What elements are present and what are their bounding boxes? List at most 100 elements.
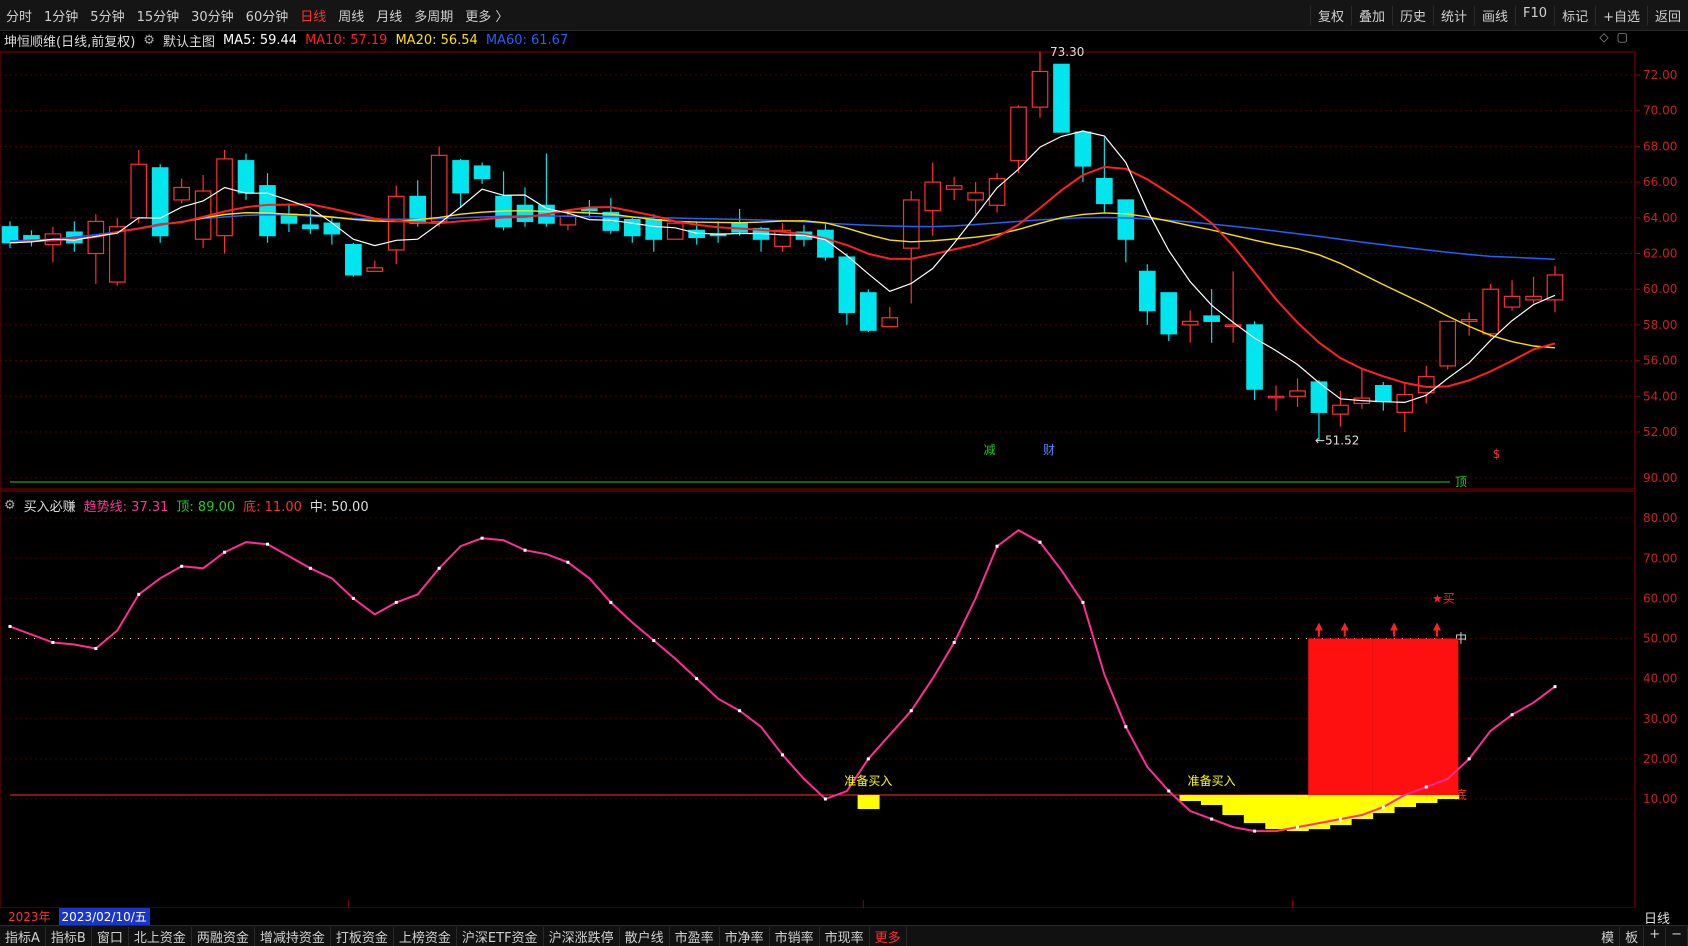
period-tab-0[interactable]: 分时 xyxy=(0,6,38,25)
period-tab-2[interactable]: 5分钟 xyxy=(84,6,130,25)
toolbar-button-6[interactable]: 标记 xyxy=(1554,5,1595,25)
price-tick-label: 54.00 xyxy=(1643,389,1677,403)
candle-body xyxy=(130,163,148,219)
period-tab-4[interactable]: 30分钟 xyxy=(185,6,240,25)
tab-indicator-a[interactable]: 指标A xyxy=(0,926,46,946)
trend-dot xyxy=(1038,540,1042,544)
trend-dot xyxy=(94,647,98,651)
tab-window[interactable]: 窗口 xyxy=(92,926,129,946)
tab-template[interactable]: 模 xyxy=(1596,926,1621,946)
main-frame xyxy=(0,51,1636,490)
sub-tick-label: 30.00 xyxy=(1643,712,1677,726)
price-tick-label: 52.00 xyxy=(1643,425,1677,439)
toolbar-button-5[interactable]: F10 xyxy=(1515,5,1554,25)
candle-body xyxy=(924,181,942,212)
toolbar-button-7[interactable]: +自选 xyxy=(1595,5,1647,25)
tab-block-trade[interactable]: 打板资金 xyxy=(331,926,394,946)
candle-body xyxy=(838,256,856,314)
buy-prepare-block xyxy=(1415,794,1438,804)
trend-dot xyxy=(137,592,141,596)
trend-dot xyxy=(995,544,999,548)
candle-body xyxy=(323,222,341,235)
trend-dot xyxy=(394,600,398,604)
tab-limit-stats[interactable]: 沪深涨跌停 xyxy=(544,926,620,946)
sub-tick-label: 40.00 xyxy=(1643,672,1677,686)
year-label: 2023年 xyxy=(8,910,51,924)
event-marker-dollar: $ xyxy=(1493,447,1501,461)
price-tick-label: 56.00 xyxy=(1643,354,1677,368)
tab-north-fund[interactable]: 北上资金 xyxy=(129,926,192,946)
price-tick-label: 62.00 xyxy=(1643,247,1677,261)
trend-dot xyxy=(1381,805,1385,809)
trend-dot xyxy=(695,677,699,681)
tab-margin[interactable]: 两融资金 xyxy=(192,926,255,946)
tab-pb[interactable]: 市净率 xyxy=(720,926,770,946)
buy-prepare-block xyxy=(1222,794,1245,816)
price-tick-label: 58.00 xyxy=(1643,318,1677,332)
zoom-in-button[interactable]: + xyxy=(1644,926,1667,946)
sub-tick-label: 80.00 xyxy=(1643,511,1677,525)
tab-more[interactable]: 更多 xyxy=(870,926,907,946)
toolbar-button-2[interactable]: 历史 xyxy=(1391,5,1433,25)
tab-indicator-b[interactable]: 指标B xyxy=(46,926,92,946)
candle-body xyxy=(452,160,469,194)
tab-pcf[interactable]: 市现率 xyxy=(820,926,870,946)
toolbar-button-1[interactable]: 叠加 xyxy=(1350,5,1392,25)
tab-etf-fund[interactable]: 沪深ETF资金 xyxy=(457,926,544,946)
buy-prepare-block xyxy=(1436,794,1459,799)
tab-board[interactable]: 板 xyxy=(1620,926,1645,946)
trend-dot xyxy=(1253,829,1257,833)
sub-tick-label: 50.00 xyxy=(1643,632,1677,646)
zoom-out-button[interactable]: − xyxy=(1666,926,1688,946)
buy-prepare-block xyxy=(1179,794,1202,802)
buy-prepare-block xyxy=(1394,794,1417,808)
sub-tick-label: 10.00 xyxy=(1643,792,1677,806)
candle-body xyxy=(945,185,963,190)
period-tab-3[interactable]: 15分钟 xyxy=(131,6,186,25)
candle-body xyxy=(216,158,233,237)
candle-body xyxy=(1396,393,1414,413)
period-tab-10[interactable]: 更多 〉 xyxy=(459,6,514,25)
period-tab-8[interactable]: 月线 xyxy=(370,6,408,25)
candle-body xyxy=(1503,295,1521,308)
trend-dot xyxy=(223,550,227,554)
candle-body xyxy=(1074,131,1092,167)
candle-body xyxy=(645,218,663,240)
period-tab-5[interactable]: 60分钟 xyxy=(240,6,295,25)
period-tab-6[interactable]: 日线 xyxy=(294,6,332,25)
tab-holding-change[interactable]: 增减持资金 xyxy=(255,926,331,946)
candle-body xyxy=(1267,395,1285,399)
trend-dot xyxy=(266,542,269,546)
up-arrow-icon xyxy=(1432,622,1441,631)
candle-body xyxy=(1375,384,1392,403)
tab-retail-line[interactable]: 散户线 xyxy=(620,926,670,946)
buy-prepare-block xyxy=(857,794,880,810)
trend-dot xyxy=(652,639,656,643)
tab-pe[interactable]: 市盈率 xyxy=(670,926,720,946)
top-toolbar: 分时 1分钟 5分钟 15分钟 30分钟 60分钟 日线 周线 月线 多周期 更多 〉 复权 叠加 历史… xyxy=(0,0,1688,31)
toolbar-button-3[interactable]: 统计 xyxy=(1433,5,1474,25)
chart-area[interactable]: 72.00 70.00 68.00 66.00 64.00 62.00 60.00 58.00… xyxy=(0,30,1688,908)
ma10-line xyxy=(9,165,1556,389)
tab-dragon-list[interactable]: 上榜资金 xyxy=(394,926,457,946)
period-tab-7[interactable]: 周线 xyxy=(332,6,370,25)
buy-prepare-block xyxy=(1265,794,1288,830)
trend-dot xyxy=(609,600,613,604)
candle-body xyxy=(1546,274,1564,301)
trend-dot xyxy=(909,709,913,713)
period-tab-9[interactable]: 多周期 xyxy=(408,6,459,25)
candle-body xyxy=(1138,270,1156,312)
toolbar-button-8[interactable]: 返回 xyxy=(1646,5,1688,25)
toolbar-button-0[interactable]: 复权 xyxy=(1309,5,1351,25)
candle-body xyxy=(366,267,384,272)
candle-body xyxy=(666,222,684,240)
period-tab-1[interactable]: 1分钟 xyxy=(38,6,84,25)
up-arrow-icon xyxy=(1340,622,1349,631)
toolbar-button-4[interactable]: 画线 xyxy=(1474,5,1515,25)
candle-body xyxy=(1053,63,1070,133)
top-tag: 顶 xyxy=(1455,475,1467,489)
candle-body xyxy=(881,317,899,328)
tab-ps[interactable]: 市销率 xyxy=(770,926,820,946)
candle-body xyxy=(1117,199,1135,240)
trend-dot xyxy=(823,797,827,801)
